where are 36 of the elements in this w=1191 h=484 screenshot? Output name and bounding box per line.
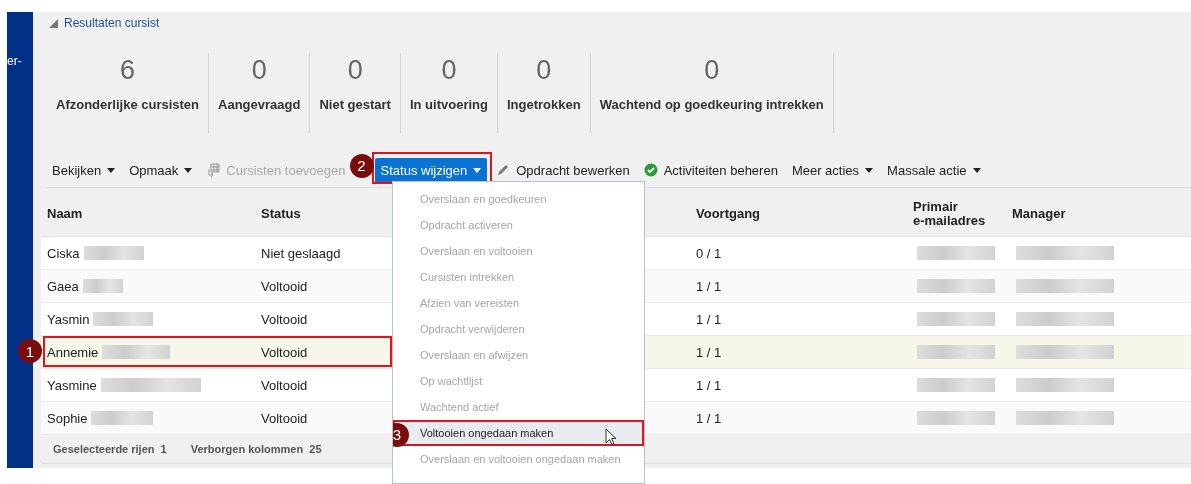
learner-name: Annemie <box>47 344 99 360</box>
callout-number: 3 <box>393 423 409 447</box>
stat-label: Ingetrokken <box>506 97 581 112</box>
table-cell-text: 0 / 1 <box>695 245 723 261</box>
stat-value: 6 <box>120 55 136 85</box>
stat-value: 0 <box>441 55 457 85</box>
learner-name: Yasmin <box>47 311 90 327</box>
footer-info: Geselecteerde rijen 1 <box>53 443 167 455</box>
callout-number: 1 <box>18 339 42 363</box>
learner-name: Sophie <box>47 410 88 426</box>
callout-number: 2 <box>349 153 374 178</box>
table-cell-text: Niet geslaagd <box>260 245 342 261</box>
table-cell-text: Voltooid <box>260 377 309 393</box>
stat-value: 0 <box>536 55 552 85</box>
stat-label: Wachtend op goedkeuring intrekken <box>599 97 824 112</box>
stat-label: Afzonderlijke cursisten <box>56 97 200 112</box>
learner-name: Yasmine <box>47 377 97 393</box>
table-cell-text: 1 / 1 <box>695 311 723 327</box>
table-cell-text: Voltooid <box>260 410 309 426</box>
learner-name: Ciska <box>47 245 80 261</box>
table-cell-text: 1 / 1 <box>695 278 723 294</box>
stat-value: 0 <box>704 55 720 85</box>
stat-label: In uitvoering <box>409 97 488 112</box>
learner-name: Gaea <box>47 278 79 294</box>
table-cell-text: Voltooid <box>260 344 309 360</box>
stat-value: 0 <box>251 55 267 85</box>
table-cell-text: 1 / 1 <box>695 377 723 393</box>
table-cell-text: 1 / 1 <box>695 344 723 360</box>
table-cell-text: Voltooid <box>260 278 309 294</box>
stat-value: 0 <box>347 55 363 85</box>
side-label: er- <box>7 54 23 68</box>
stat-label: Aangevraagd <box>218 97 301 112</box>
stat-label: Niet gestart <box>319 97 391 112</box>
table-cell-text: 1 / 1 <box>695 410 723 426</box>
table-cell-text: Voltooid <box>260 311 309 327</box>
footer-info: Verborgen kolommen 25 <box>190 443 322 455</box>
